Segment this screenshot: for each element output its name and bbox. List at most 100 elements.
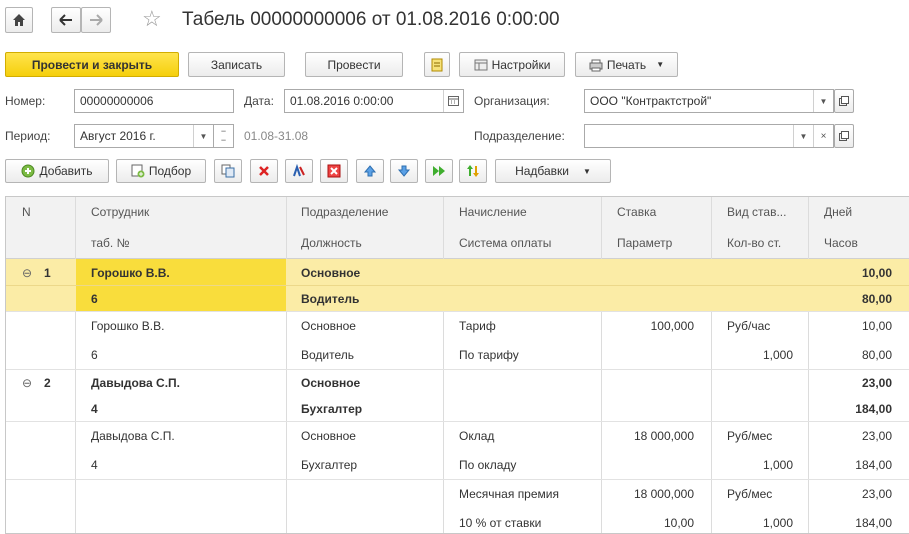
- row-position: Бухгалтер: [301, 458, 358, 472]
- back-button[interactable]: [51, 7, 81, 33]
- col-rate[interactable]: Ставка: [617, 205, 656, 219]
- chevron-down-icon: ▼: [656, 60, 665, 69]
- table-row[interactable]: Давыдова С.П. 4 Основное Бухгалтер Оклад…: [6, 421, 909, 479]
- department-dropdown-button[interactable]: ▼: [793, 125, 813, 147]
- row-hours: 184,00: [855, 516, 892, 530]
- group-position: Водитель: [301, 292, 360, 306]
- favorite-star-icon[interactable]: ☆: [142, 8, 162, 30]
- row-paysystem: По тарифу: [459, 348, 519, 362]
- copy-row-button[interactable]: [214, 159, 242, 183]
- move-down-button[interactable]: [390, 159, 418, 183]
- col-position[interactable]: Должность: [301, 236, 362, 250]
- group-hours: 184,00: [855, 402, 892, 416]
- row-department: Основное: [301, 319, 356, 333]
- fill-button[interactable]: [425, 159, 453, 183]
- open-icon: [839, 96, 849, 106]
- settings-button[interactable]: Настройки: [459, 52, 565, 77]
- group-employee: Давыдова С.П.: [91, 376, 180, 390]
- col-tabno[interactable]: таб. №: [91, 236, 129, 250]
- clear-table-button[interactable]: [320, 159, 348, 183]
- department-clear-button[interactable]: ×: [813, 125, 833, 147]
- report-button[interactable]: [424, 52, 450, 77]
- printer-icon: [589, 59, 603, 71]
- post-and-close-button[interactable]: Провести и закрыть: [5, 52, 179, 77]
- row-param: 10,00: [663, 516, 694, 530]
- table-row[interactable]: Горошко В.В. 6 Основное Водитель Тариф П…: [6, 311, 909, 369]
- table-header: N Сотрудник таб. № Подразделение Должнос…: [6, 197, 909, 259]
- row-employee: Давыдова С.П.: [91, 429, 175, 443]
- group-tabno: 4: [91, 402, 98, 416]
- row-accrual: Месячная премия: [459, 487, 559, 501]
- collapse-icon[interactable]: ⊖: [22, 266, 32, 280]
- pick-button[interactable]: Подбор: [116, 159, 206, 183]
- period-value: Август 2016 г.: [80, 129, 156, 143]
- arrow-right-icon: [90, 14, 103, 26]
- collapse-icon[interactable]: ⊖: [22, 376, 32, 390]
- row-divider: [6, 285, 909, 286]
- group-department: Основное: [301, 266, 361, 280]
- delete-row-button[interactable]: [250, 159, 278, 183]
- home-button[interactable]: [5, 7, 33, 33]
- print-button[interactable]: Печать ▼: [575, 52, 678, 77]
- timesheet-table[interactable]: N Сотрудник таб. № Подразделение Должнос…: [5, 196, 909, 534]
- department-label: Подразделение:: [474, 129, 565, 143]
- save-button[interactable]: Записать: [188, 52, 285, 77]
- col-count[interactable]: Кол-во ст.: [727, 236, 781, 250]
- col-param[interactable]: Параметр: [617, 236, 672, 250]
- add-button[interactable]: Добавить: [5, 159, 109, 183]
- open-organization-button[interactable]: [834, 89, 854, 113]
- number-field[interactable]: 00000000006: [74, 89, 234, 113]
- pick-label: Подбор: [148, 164, 192, 178]
- organization-dropdown-button[interactable]: ▼: [813, 90, 833, 112]
- home-icon: [13, 14, 25, 26]
- col-n[interactable]: N: [22, 205, 31, 219]
- chevron-down-icon: ▼: [819, 96, 828, 106]
- row-accrual: Тариф: [459, 319, 496, 333]
- bonuses-button[interactable]: Надбавки ▼: [495, 159, 611, 183]
- col-department[interactable]: Подразделение: [301, 205, 388, 219]
- move-up-button[interactable]: [356, 159, 384, 183]
- group-row[interactable]: ⊖ 2 Давыдова С.П. 4 Основное Бухгалтер 2…: [6, 369, 909, 421]
- row-accrual: Оклад: [459, 429, 495, 443]
- open-department-button[interactable]: [834, 124, 854, 148]
- col-ratetype[interactable]: Вид став...: [727, 205, 786, 219]
- department-field[interactable]: × ▼: [584, 124, 834, 148]
- organization-field[interactable]: ООО "Контрактстрой" ▼: [584, 89, 834, 113]
- row-count: 1,000: [762, 348, 793, 362]
- forward-button[interactable]: [81, 7, 111, 33]
- arrow-down-icon: [397, 165, 411, 177]
- open-icon: [839, 131, 849, 141]
- copy-icon: [221, 164, 235, 178]
- row-employee: Горошко В.В.: [91, 319, 165, 333]
- add-icon: [21, 164, 35, 178]
- calendar-icon: [448, 96, 459, 106]
- report-icon: [431, 58, 443, 71]
- calendar-button[interactable]: [443, 90, 463, 112]
- print-label: Печать: [606, 57, 647, 72]
- period-label: Период:: [5, 129, 51, 143]
- recalculate-button[interactable]: [459, 159, 487, 183]
- group-employee: Горошко В.В.: [91, 266, 170, 280]
- period-field[interactable]: Август 2016 г. ▼: [74, 124, 214, 148]
- edit-row-button[interactable]: [285, 159, 313, 183]
- date-field[interactable]: 01.08.2016 0:00:00: [284, 89, 464, 113]
- period-dropdown-button[interactable]: ▼: [193, 125, 213, 147]
- col-accrual[interactable]: Начисление: [459, 205, 527, 219]
- stepper-down-icon[interactable]: −: [221, 136, 226, 145]
- col-hours[interactable]: Часов: [824, 236, 858, 250]
- date-value: 01.08.2016 0:00:00: [290, 94, 394, 108]
- group-tabno: 6: [91, 292, 98, 306]
- col-paysystem[interactable]: Система оплаты: [459, 236, 551, 250]
- post-button[interactable]: Провести: [305, 52, 403, 77]
- edit-icon: [293, 164, 305, 177]
- chevron-down-icon: ▼: [583, 166, 591, 176]
- table-row[interactable]: Месячная премия 10 % от ставки 18 000,00…: [6, 479, 909, 533]
- group-position: Бухгалтер: [301, 402, 363, 416]
- row-department: Основное: [301, 429, 356, 443]
- col-employee[interactable]: Сотрудник: [91, 205, 149, 219]
- fast-forward-icon: [433, 166, 445, 176]
- row-hours: 184,00: [855, 458, 892, 472]
- col-days[interactable]: Дней: [824, 205, 852, 219]
- period-stepper[interactable]: − −: [214, 124, 234, 148]
- group-number: 2: [44, 376, 51, 390]
